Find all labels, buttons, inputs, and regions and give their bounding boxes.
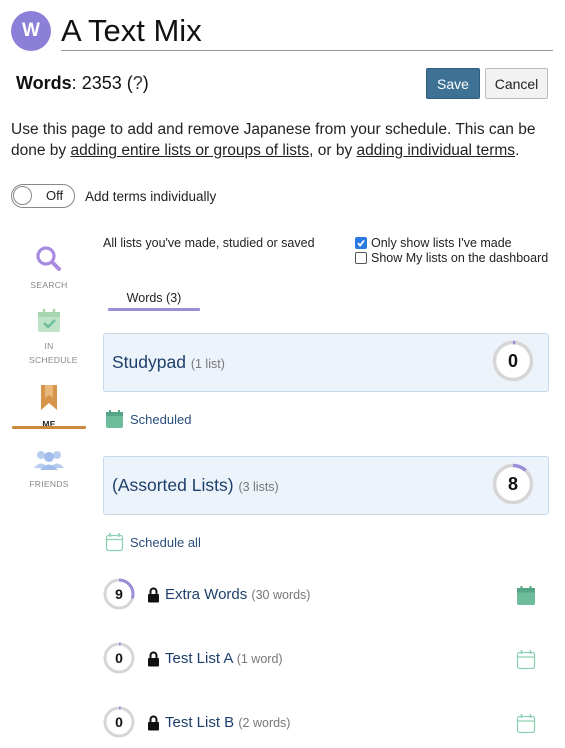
progress-ring: 8 (492, 463, 534, 505)
filter-description: All lists you've made, studied or saved (103, 236, 315, 250)
lock-icon (148, 715, 159, 731)
lock-icon (148, 651, 159, 667)
list-name-link[interactable]: Test List B (2 words) (165, 714, 290, 731)
list-learned-count: 0 (115, 650, 123, 666)
avatar[interactable]: W (11, 11, 51, 51)
save-button[interactable]: Save (426, 68, 480, 99)
list-name-link[interactable]: Test List A (1 word) (165, 650, 283, 667)
sidebar-item-friends[interactable]: FRIENDS (11, 448, 87, 491)
help-link[interactable]: ? (133, 73, 143, 93)
scheduled-label: Scheduled (130, 411, 192, 427)
intro-part2: , or by (309, 142, 357, 159)
lock-icon (148, 587, 159, 603)
sidebar-item-label: FRIENDS (29, 479, 69, 489)
only-mine-label: Only show lists I've made (371, 236, 512, 250)
check-icon (357, 239, 365, 247)
tab-underline (108, 308, 200, 311)
list-learned-count: 0 (115, 714, 123, 730)
only-mine-checkbox[interactable] (355, 237, 367, 249)
group-card-studypad[interactable]: Studypad (1 list) 0 (103, 333, 549, 392)
list-name: Test List A (165, 650, 233, 667)
list-word-count: (30 words) (251, 588, 311, 602)
list-item[interactable]: 0 Test List A (1 word) (103, 642, 549, 676)
calendar-filled-icon (106, 410, 123, 428)
toggle-knob (13, 186, 32, 205)
bookmark-icon (41, 385, 57, 410)
calendar-check-icon (38, 309, 60, 332)
dashboard-checkbox[interactable] (355, 252, 367, 264)
page-header: W A Text Mix (11, 11, 553, 51)
progress-count: 8 (507, 473, 518, 494)
add-lists-link[interactable]: adding entire lists or groups of lists (70, 142, 309, 159)
toggle-label: Add terms individually (85, 189, 217, 204)
calendar-outline-icon[interactable] (516, 649, 536, 670)
group-name: (Assorted Lists) (112, 475, 234, 495)
friends-icon (34, 451, 64, 470)
add-terms-link[interactable]: adding individual terms (357, 142, 516, 159)
only-mine-checkbox-row[interactable]: Only show lists I've made (355, 236, 512, 250)
list-progress-ring: 0 (103, 642, 135, 674)
list-item[interactable]: 0 Test List B (2 words) (103, 706, 549, 740)
words-label: Words (16, 73, 72, 93)
toggle-state: Off (46, 188, 64, 203)
help-close: ) (142, 73, 149, 93)
words-count: 2353 (81, 73, 122, 93)
sidebar-item-label: IN SCHEDULE (29, 341, 78, 365)
progress-count: 0 (507, 350, 518, 371)
schedule-all-button[interactable]: Schedule all (105, 532, 201, 552)
list-progress-ring: 0 (103, 706, 135, 738)
intro-text: Use this page to add and remove Japanese… (11, 119, 551, 161)
list-word-count: (2 words) (238, 716, 291, 730)
progress-ring: 0 (492, 340, 534, 382)
group-title[interactable]: (Assorted Lists) (3 lists) (112, 475, 279, 496)
words-separator: : (71, 73, 82, 93)
add-terms-toggle[interactable]: Off (11, 184, 75, 208)
group-title[interactable]: Studypad (1 list) (112, 352, 225, 373)
title-input[interactable]: A Text Mix (61, 11, 553, 51)
cancel-button[interactable]: Cancel (485, 68, 548, 99)
intro-part3: . (515, 142, 520, 159)
tab-words[interactable]: Words (3) (108, 291, 200, 305)
list-name: Extra Words (165, 586, 248, 603)
search-icon (36, 246, 61, 271)
help-open: ( (121, 73, 133, 93)
group-sub: (3 lists) (238, 480, 279, 494)
sidebar-item-me[interactable]: ME (11, 384, 87, 431)
list-learned-count: 9 (115, 586, 123, 602)
group-card-assorted[interactable]: (Assorted Lists) (3 lists) 8 (103, 456, 549, 515)
dashboard-checkbox-row[interactable]: Show My lists on the dashboard (355, 251, 548, 265)
list-item[interactable]: 9 Extra Words (30 words) (103, 578, 549, 612)
list-name: Test List B (165, 714, 235, 731)
list-word-count: (1 word) (236, 652, 283, 666)
schedule-all-label: Schedule all (130, 534, 201, 550)
list-progress-ring: 9 (103, 578, 135, 610)
dashboard-label: Show My lists on the dashboard (371, 251, 549, 265)
group-name: Studypad (112, 352, 186, 372)
calendar-filled-icon[interactable] (516, 585, 536, 606)
sidebar-item-in-schedule[interactable]: IN SCHEDULE (11, 308, 87, 367)
words-count-line: Words: 2353 (?) (16, 73, 149, 94)
list-name-link[interactable]: Extra Words (30 words) (165, 586, 310, 603)
calendar-outline-icon (105, 533, 124, 552)
sidebar-item-label: SEARCH (30, 280, 68, 290)
active-indicator (12, 426, 86, 429)
group-sub: (1 list) (190, 357, 225, 371)
sidebar-item-search[interactable]: SEARCH (11, 245, 87, 292)
calendar-outline-icon[interactable] (516, 713, 536, 734)
scheduled-status[interactable]: Scheduled (105, 409, 191, 429)
